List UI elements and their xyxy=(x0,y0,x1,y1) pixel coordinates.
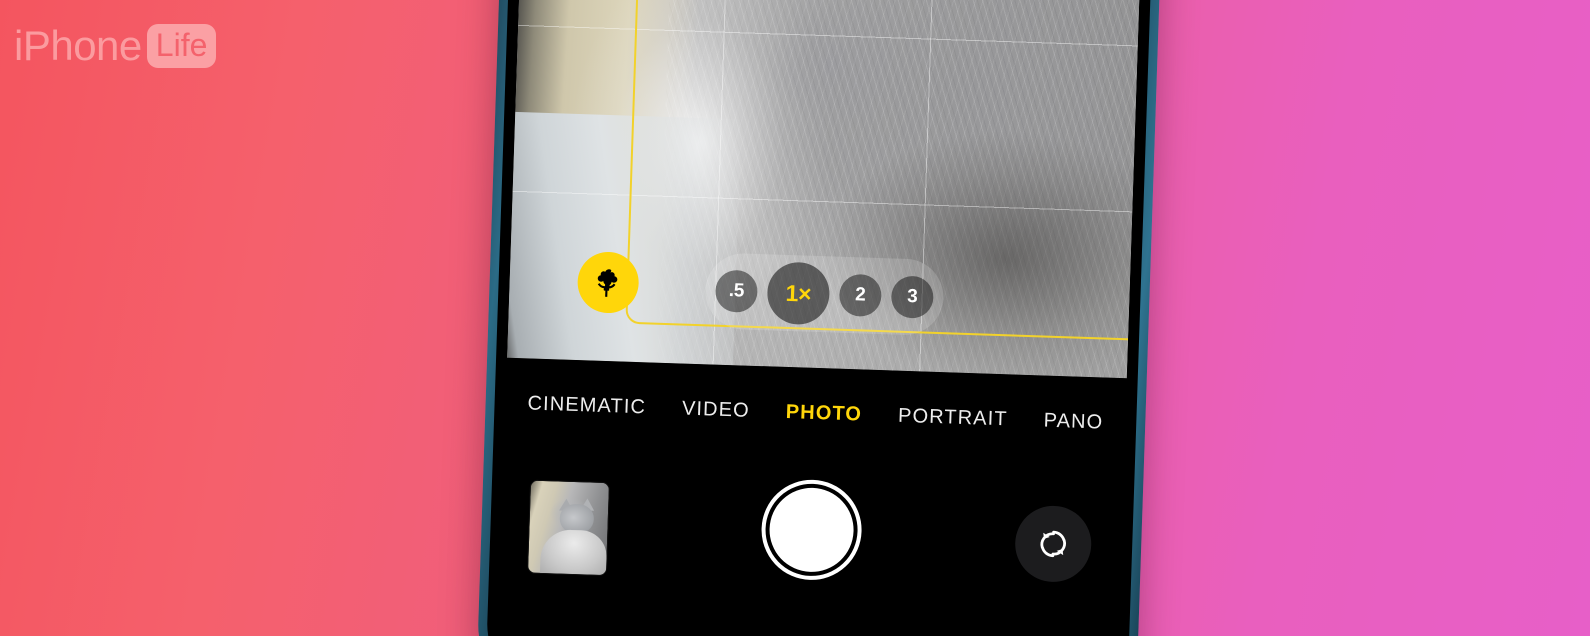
mode-pano[interactable]: PANO xyxy=(1043,410,1103,435)
mode-portrait[interactable]: PORTRAIT xyxy=(898,405,1008,432)
thumbnail-cat-body xyxy=(539,528,608,576)
flower-icon xyxy=(591,265,626,300)
zoom-option-0.5x[interactable]: .5 xyxy=(714,269,759,313)
zoom-level-selector[interactable]: .5 1× 2 3 xyxy=(704,252,945,337)
capture-mode-selector[interactable]: CINEMATIC VIDEO PHOTO PORTRAIT PANO xyxy=(505,392,1125,436)
screenshot-canvas: iPhone Life .5 1× 2 3 CINEMATIC VIDEO PH… xyxy=(0,0,1590,636)
zoom-option-1x[interactable]: 1× xyxy=(766,261,831,326)
mode-cinematic[interactable]: CINEMATIC xyxy=(527,392,646,419)
mode-video[interactable]: VIDEO xyxy=(682,398,750,423)
photo-library-thumbnail[interactable] xyxy=(527,480,610,576)
mode-photo[interactable]: PHOTO xyxy=(785,401,862,427)
floor-surface xyxy=(507,111,742,370)
shutter-button[interactable] xyxy=(759,478,864,582)
camera-viewfinder[interactable]: .5 1× 2 3 xyxy=(507,0,1144,379)
iphone-life-logo: iPhone Life xyxy=(14,22,217,69)
camera-control-deck: CINEMATIC VIDEO PHOTO PORTRAIT PANO xyxy=(496,357,1127,636)
zoom-option-3x[interactable]: 3 xyxy=(890,275,935,319)
camera-flip-button[interactable] xyxy=(1013,504,1093,584)
logo-badge: Life xyxy=(146,24,217,68)
logo-wordmark: iPhone xyxy=(14,22,142,69)
camera-flip-icon xyxy=(1032,522,1075,565)
zoom-option-2x[interactable]: 2 xyxy=(838,273,883,318)
shutter-inner xyxy=(768,486,855,574)
device-screen: .5 1× 2 3 CINEMATIC VIDEO PHOTO PORTRAIT… xyxy=(496,0,1144,636)
iphone-device: .5 1× 2 3 CINEMATIC VIDEO PHOTO PORTRAIT… xyxy=(475,0,1164,636)
cat-body-shadow xyxy=(786,87,1144,379)
capture-action-row xyxy=(499,470,1123,630)
